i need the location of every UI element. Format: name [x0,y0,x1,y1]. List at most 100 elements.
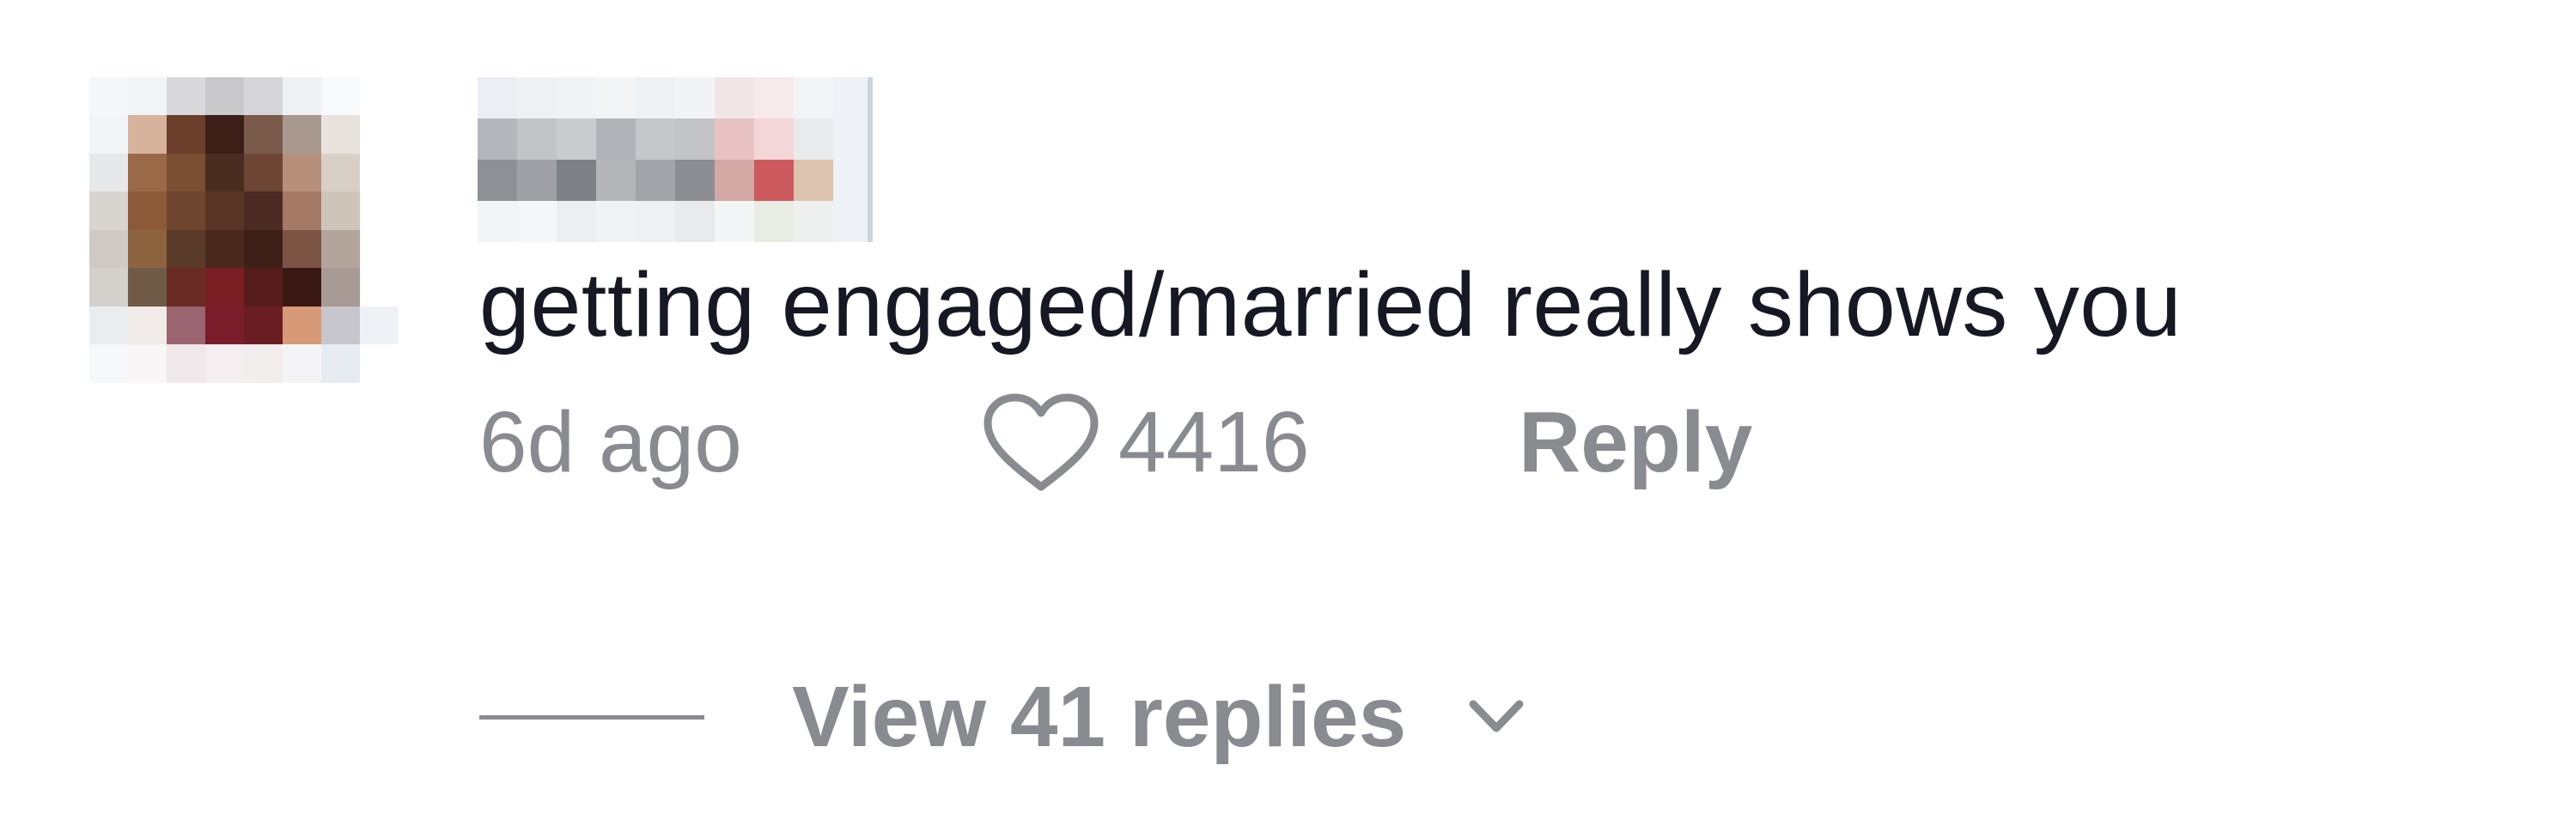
comment-timestamp: 6d ago [479,393,742,490]
username-pixel [794,201,833,242]
avatar-pixel [283,382,321,421]
heart-outline-icon[interactable] [977,389,1105,495]
avatar-pixel [128,382,167,421]
username-pixel [675,160,715,201]
username-pixel [636,201,675,242]
avatar-pixel [89,115,128,154]
avatar-pixel [244,153,283,192]
avatar-pixel [128,191,167,230]
avatar-pixel [128,344,167,383]
username-pixel [715,201,754,242]
username-censored[interactable] [478,77,873,242]
username-pixel [596,160,636,201]
replies-divider [479,714,704,720]
username-pixel [675,118,715,160]
avatar-pixel [205,306,244,345]
username-pixel [596,77,636,118]
avatar-pixel [360,115,399,154]
avatar-pixel [283,268,321,307]
avatar-pixel [283,306,321,345]
avatar-pixel [244,115,283,154]
avatar-pixel [283,229,321,269]
avatar-pixel [321,344,360,383]
view-replies-label[interactable]: View 41 replies [792,668,1406,767]
avatar-pixel [244,344,283,383]
view-replies-button[interactable]: View 41 replies [479,661,1526,773]
avatar-pixel [89,77,128,116]
avatar-pixel [244,191,283,230]
avatar-pixel [321,77,360,116]
avatar-pixel [244,382,283,421]
username-pixel [557,201,596,242]
reply-button[interactable]: Reply [1519,393,1752,492]
avatar-pixel [283,77,321,116]
avatar-pixel [128,153,167,192]
avatar-pixel [128,77,167,116]
username-pixel [478,160,517,201]
avatar[interactable] [89,77,399,421]
username-pixel [517,77,557,118]
avatar-pixel [321,382,360,421]
avatar-pixel [360,268,399,307]
avatar-pixel [167,344,205,383]
username-pixel [715,118,754,160]
username-pixel [794,160,833,201]
avatar-pixel [89,229,128,269]
avatar-pixel [283,191,321,230]
avatar-pixel [283,115,321,154]
avatar-pixel [244,77,283,116]
avatar-pixel [167,306,205,345]
avatar-pixel [360,229,399,269]
avatar-pixel [321,229,360,269]
avatar-pixel [321,115,360,154]
avatar-pixel [244,268,283,307]
avatar-pixel [360,191,399,230]
avatar-pixel [205,268,244,307]
comment-item: getting engaged/married really shows you… [0,0,2576,832]
avatar-pixel [360,153,399,192]
like-count: 4416 [1118,393,1310,490]
avatar-pixel [167,229,205,269]
avatar-pixel [321,306,360,345]
username-pixel [715,160,754,201]
chevron-down-icon[interactable] [1466,695,1526,738]
avatar-pixel [244,306,283,345]
username-pixel [517,201,557,242]
avatar-pixel [321,153,360,192]
like-button[interactable]: 4416 [977,389,1519,495]
avatar-pixel [205,191,244,230]
avatar-pixel [360,344,399,383]
avatar-pixel [244,229,283,269]
username-pixel [754,201,794,242]
username-pixel [557,77,596,118]
avatar-pixel [128,306,167,345]
avatar-pixel [167,115,205,154]
avatar-pixel [283,153,321,192]
username-pixel [675,77,715,118]
username-pixel [596,201,636,242]
avatar-pixel [89,382,128,421]
username-pixel [675,201,715,242]
avatar-pixel [205,153,244,192]
username-pixel [557,118,596,160]
avatar-pixel [128,268,167,307]
comment-meta-row: 6d ago 4416 Reply [479,386,1752,498]
username-pixel [478,118,517,160]
avatar-pixel [89,268,128,307]
avatar-pixel [360,306,399,345]
avatar-pixel [128,115,167,154]
avatar-pixel [89,306,128,345]
avatar-pixel [89,344,128,383]
avatar-pixel [321,191,360,230]
avatar-pixel [167,268,205,307]
avatar-pixel [167,153,205,192]
avatar-pixel [167,382,205,421]
avatar-pixel [205,115,244,154]
username-pixel [754,160,794,201]
username-pixel [636,118,675,160]
avatar-pixel [167,77,205,116]
avatar-pixel [89,153,128,192]
avatar-pixel [283,344,321,383]
avatar-pixel [205,344,244,383]
avatar-pixel [205,382,244,421]
